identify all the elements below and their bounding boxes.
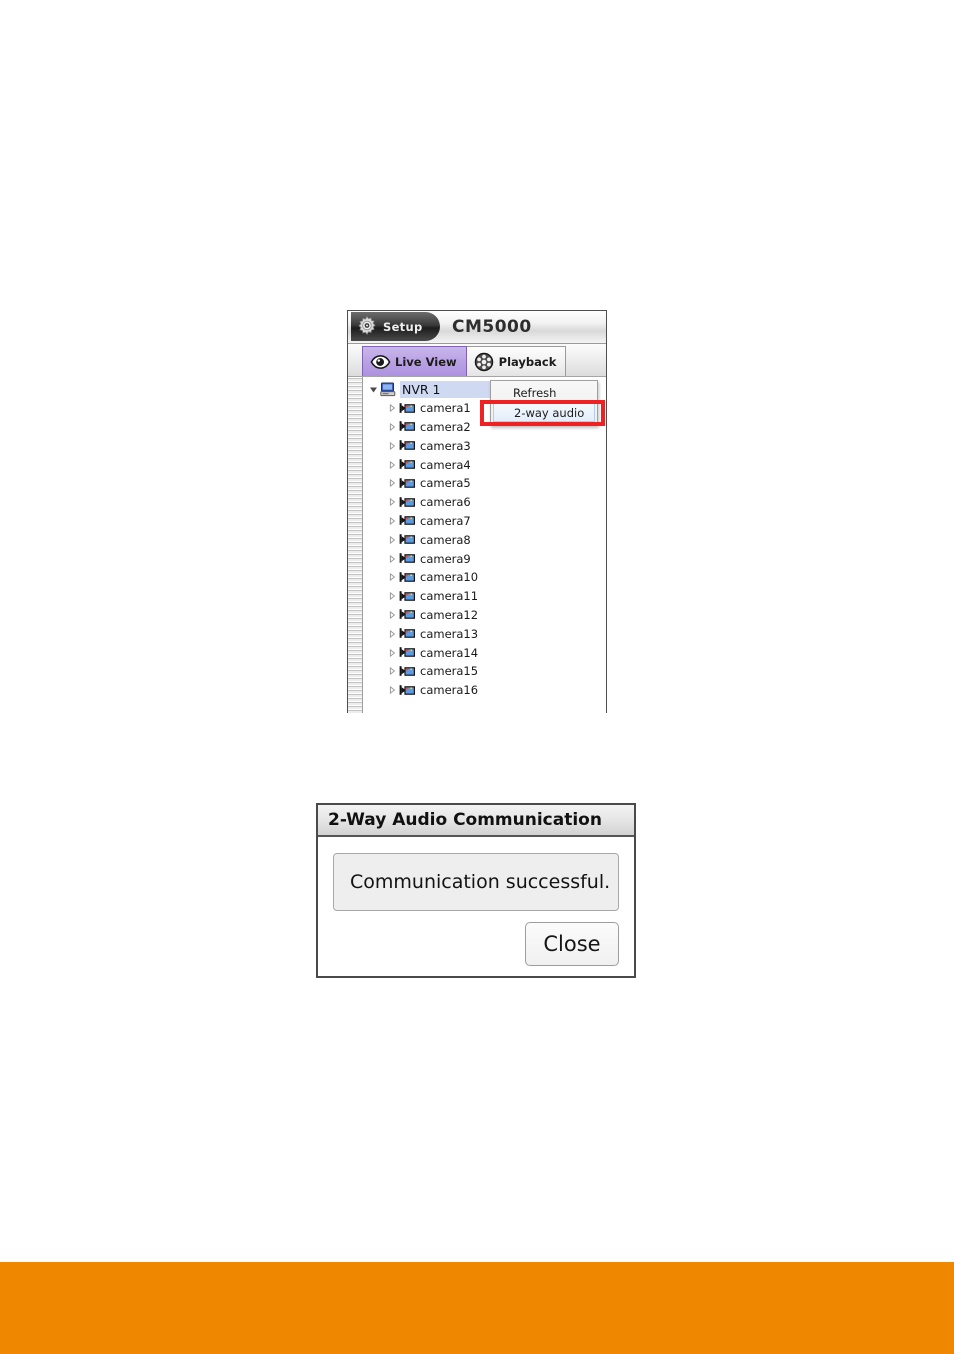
tab-playback[interactable]: Playback <box>466 346 567 376</box>
tree-node-label: camera11 <box>420 589 479 604</box>
film-reel-icon <box>473 352 495 372</box>
tree-node-label: camera9 <box>420 551 471 566</box>
tree-node-label: camera10 <box>420 570 479 585</box>
tree-node-label: camera1 <box>420 401 471 416</box>
camera-list: camera1 camera2 camera3 camera4 camera5 camer… <box>363 399 606 700</box>
tree-node-label: camera6 <box>420 495 471 510</box>
app-header: Setup CM5000 <box>348 311 606 344</box>
collapsed-triangle-icon[interactable] <box>386 516 398 525</box>
tab-playback-label: Playback <box>498 354 557 369</box>
tree-node-camera10[interactable]: camera10 <box>363 568 606 587</box>
collapsed-triangle-icon[interactable] <box>386 592 398 601</box>
context-menu-item-refresh[interactable]: Refresh <box>491 383 597 403</box>
eye-icon <box>369 352 391 372</box>
camcorder-icon <box>398 438 416 453</box>
device-tree: NVR 1 camera1 camera2 camera3 camera4 camera… <box>363 377 606 713</box>
collapsed-triangle-icon[interactable] <box>386 479 398 488</box>
camcorder-icon <box>398 532 416 547</box>
tree-node-label: camera12 <box>420 607 479 622</box>
tree-node-camera3[interactable]: camera3 <box>363 436 606 455</box>
tree-node-camera6[interactable]: camera6 <box>363 493 606 512</box>
nvr-server-icon <box>379 382 397 397</box>
setup-button[interactable]: Setup <box>351 312 440 341</box>
dialog-actions: Close <box>333 922 619 966</box>
footer-bar <box>0 1262 954 1354</box>
tree-node-camera12[interactable]: camera12 <box>363 606 606 625</box>
close-button[interactable]: Close <box>525 922 619 966</box>
tree-node-label: camera5 <box>420 476 471 491</box>
tree-node-nvr1-label: NVR 1 <box>400 380 497 398</box>
tree-node-camera14[interactable]: camera14 <box>363 643 606 662</box>
camcorder-icon <box>398 607 416 622</box>
tree-node-camera7[interactable]: camera7 <box>363 512 606 531</box>
tree-node-label: camera4 <box>420 457 471 472</box>
camcorder-icon <box>398 401 416 416</box>
collapsed-triangle-icon[interactable] <box>386 535 398 544</box>
collapsed-triangle-icon[interactable] <box>386 422 398 431</box>
gear-icon <box>354 314 380 340</box>
camcorder-icon <box>398 495 416 510</box>
tab-bar: Live View Playback <box>348 344 606 377</box>
camcorder-icon <box>398 570 416 585</box>
context-menu: Refresh 2-way audio <box>490 380 598 426</box>
tree-node-label: camera15 <box>420 664 479 679</box>
two-way-audio-dialog: 2-Way Audio Communication Communication … <box>316 803 636 978</box>
dialog-message: Communication successful. <box>333 853 619 911</box>
tree-node-camera5[interactable]: camera5 <box>363 474 606 493</box>
camcorder-icon <box>398 645 416 660</box>
camcorder-icon <box>398 476 416 491</box>
collapsed-triangle-icon[interactable] <box>386 686 398 695</box>
camcorder-icon <box>398 457 416 472</box>
collapsed-triangle-icon[interactable] <box>386 610 398 619</box>
tree-node-label: camera8 <box>420 532 471 547</box>
dialog-body: Communication successful. Close <box>318 837 634 978</box>
dialog-title: 2-Way Audio Communication <box>318 805 634 837</box>
collapsed-triangle-icon[interactable] <box>386 441 398 450</box>
camcorder-icon <box>398 664 416 679</box>
tree-node-label: camera14 <box>420 645 479 660</box>
expanded-triangle-icon[interactable] <box>367 385 379 394</box>
tree-node-camera9[interactable]: camera9 <box>363 549 606 568</box>
tree-node-label: camera2 <box>420 419 471 434</box>
tree-node-camera8[interactable]: camera8 <box>363 530 606 549</box>
context-menu-item-2-way-audio[interactable]: 2-way audio <box>493 403 595 422</box>
camcorder-icon <box>398 626 416 641</box>
tree-node-camera13[interactable]: camera13 <box>363 624 606 643</box>
collapsed-triangle-icon[interactable] <box>386 648 398 657</box>
collapsed-triangle-icon[interactable] <box>386 667 398 676</box>
tree-node-label: camera13 <box>420 626 479 641</box>
camcorder-icon <box>398 513 416 528</box>
camcorder-icon <box>398 683 416 698</box>
camcorder-icon <box>398 551 416 566</box>
tree-node-label: camera16 <box>420 683 479 698</box>
collapsed-triangle-icon[interactable] <box>386 460 398 469</box>
tree-node-label: camera7 <box>420 513 471 528</box>
app-title: CM5000 <box>452 317 532 337</box>
tree-node-camera16[interactable]: camera16 <box>363 681 606 700</box>
panel-body: NVR 1 camera1 camera2 camera3 camera4 camera… <box>348 377 606 713</box>
side-rail-decoration <box>348 377 363 713</box>
cm5000-panel: Setup CM5000 Live View Playback NVR 1 ca… <box>347 310 607 713</box>
tree-node-label: camera3 <box>420 438 471 453</box>
collapsed-triangle-icon[interactable] <box>386 554 398 563</box>
collapsed-triangle-icon[interactable] <box>386 573 398 582</box>
collapsed-triangle-icon[interactable] <box>386 629 398 638</box>
tree-node-camera11[interactable]: camera11 <box>363 587 606 606</box>
camcorder-icon <box>398 589 416 604</box>
tree-node-camera4[interactable]: camera4 <box>363 455 606 474</box>
tree-node-camera15[interactable]: camera15 <box>363 662 606 681</box>
tab-live-view[interactable]: Live View <box>362 346 467 376</box>
tab-live-view-label: Live View <box>395 354 457 369</box>
collapsed-triangle-icon[interactable] <box>386 498 398 507</box>
collapsed-triangle-icon[interactable] <box>386 404 398 413</box>
setup-button-label: Setup <box>383 319 423 334</box>
camcorder-icon <box>398 419 416 434</box>
